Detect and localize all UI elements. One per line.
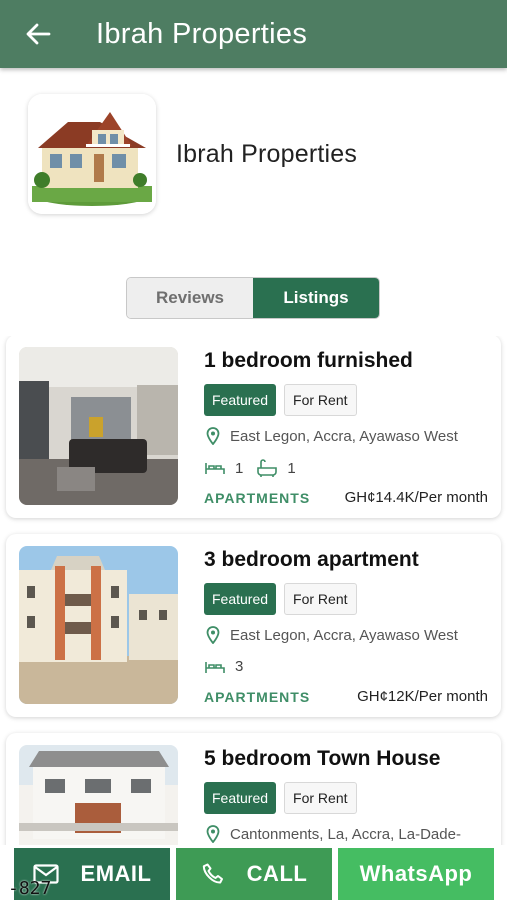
whatsapp-button[interactable]: WhatsApp [338,848,494,900]
beds-count: 3 [235,658,244,675]
listing-price: GH¢12K/Per month [357,688,488,705]
featured-badge: Featured [204,583,277,615]
bed-icon [205,463,225,474]
call-label: CALL [246,861,308,886]
page-title: Ibrah Properties [96,17,308,50]
listing-badges: Featured For Rent [204,384,357,416]
featured-badge: Featured [204,384,277,416]
tab-listings[interactable]: Listings [253,278,379,318]
agency-name: Ibrah Properties [176,140,358,168]
living-room-photo [19,347,178,505]
email-label: EMAIL [80,861,152,886]
agency-logo [28,94,156,214]
phone-icon [202,863,223,884]
listing-location: East Legon, Accra, Ayawaso West [206,626,458,644]
apartment-building-photo [19,546,178,704]
listing-title: 3 bedroom apartment [204,548,419,571]
listing-card[interactable]: 5 bedroom Town House Featured For Rent C… [6,733,501,850]
beds-spec: 1 [205,460,243,477]
location-text: East Legon, Accra, Ayawaso West [230,427,458,445]
tab-switcher: Reviews Listings [126,277,380,319]
app-bar: Ibrah Properties [0,0,507,68]
listing-image [19,745,178,850]
house-logo-image [28,94,156,214]
listing-card[interactable]: 3 bedroom apartment Featured For Rent Ea… [6,534,501,717]
listing-category: APARTMENTS [204,689,311,705]
listing-title: 1 bedroom furnished [204,349,413,372]
listing-badges: Featured For Rent [204,583,357,615]
overlay-number: -827 [8,878,52,899]
baths-spec: 1 [257,459,296,477]
featured-badge: Featured [204,782,277,814]
location-pin-icon [206,626,220,644]
baths-count: 1 [287,459,296,477]
listing-image [19,347,178,505]
listing-specs: 3 [205,658,257,675]
beds-spec: 3 [205,658,243,675]
listing-image [19,546,178,704]
for-rent-badge: For Rent [284,384,357,416]
listing-price: GH¢14.4K/Per month [344,489,488,506]
whatsapp-label: WhatsApp [359,861,473,886]
location-text: Cantonments, La, Accra, La-Dade- [230,825,461,843]
listing-card[interactable]: 1 bedroom furnished Featured For Rent Ea… [6,336,501,518]
app-screen: Ibrah Properties Ibrah Properties Review… [0,0,507,900]
for-rent-badge: For Rent [284,782,357,814]
location-pin-icon [206,427,220,445]
listings-list[interactable]: 1 bedroom furnished Featured For Rent Ea… [0,336,507,850]
listing-title: 5 bedroom Town House [204,747,441,770]
arrow-left-icon [26,23,51,45]
listing-location: Cantonments, La, Accra, La-Dade- [206,825,461,843]
bath-icon [257,459,278,477]
listing-location: East Legon, Accra, Ayawaso West [206,427,458,445]
location-pin-icon [206,825,220,843]
agency-header: Ibrah Properties [0,68,507,268]
listing-badges: Featured For Rent [204,782,357,814]
townhouse-photo [19,745,178,850]
back-button[interactable] [20,16,56,52]
beds-count: 1 [235,459,244,477]
call-button[interactable]: CALL [176,848,332,900]
for-rent-badge: For Rent [284,583,357,615]
listing-specs: 1 1 [205,459,310,477]
location-text: East Legon, Accra, Ayawaso West [230,626,458,644]
tab-reviews[interactable]: Reviews [127,278,253,318]
bed-icon [205,661,225,673]
contact-action-bar: EMAIL CALL WhatsApp [0,845,507,900]
listing-category: APARTMENTS [204,490,311,506]
